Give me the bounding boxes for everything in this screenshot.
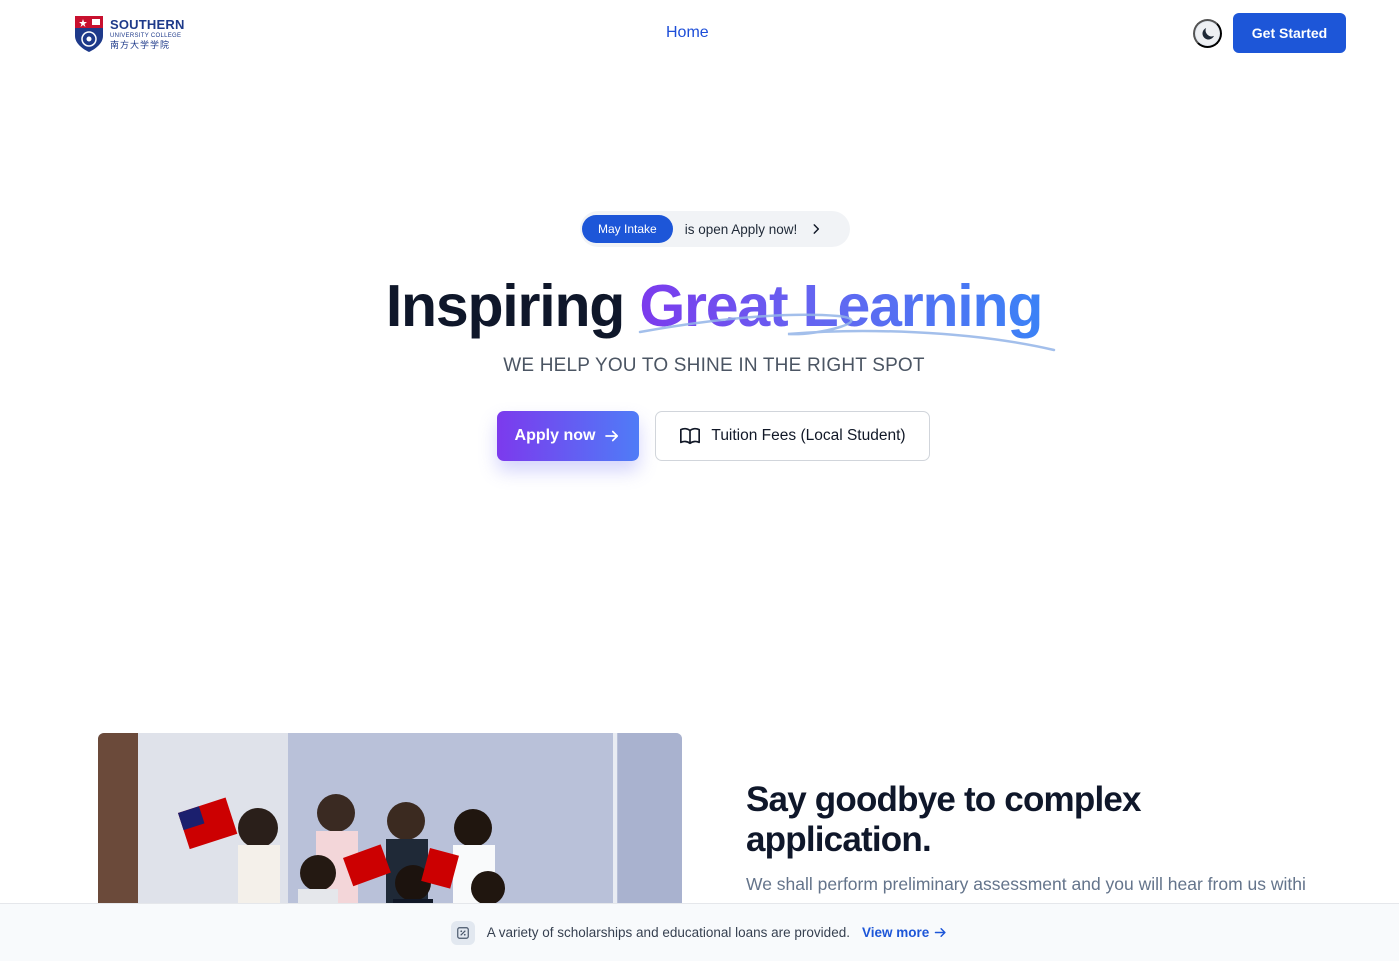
- tuition-fees-label: Tuition Fees (Local Student): [711, 427, 906, 444]
- book-open-icon: [680, 427, 701, 445]
- intake-text: is open Apply now!: [684, 221, 798, 237]
- hero-title-plain: Inspiring: [385, 273, 626, 339]
- logo-shield-icon: [75, 16, 103, 52]
- logo[interactable]: SOUTHERN UNIVERSITY COLLEGE 南方大学学院: [73, 14, 185, 54]
- apply-now-button[interactable]: Apply now: [497, 411, 639, 461]
- arrow-right-icon: [605, 430, 619, 442]
- banner-text: A variety of scholarships and educationa…: [486, 925, 850, 940]
- students-photo: [98, 733, 682, 923]
- logo-name: SOUTHERN: [110, 16, 185, 32]
- moon-icon: [1201, 27, 1214, 40]
- feature-title: Say goodbye to complex application.: [746, 780, 1142, 859]
- site-header: SOUTHERN UNIVERSITY COLLEGE 南方大学学院 Home …: [0, 0, 1399, 66]
- intake-announcement[interactable]: May Intake is open Apply now!: [580, 211, 850, 247]
- tuition-fees-button[interactable]: Tuition Fees (Local Student): [655, 411, 930, 461]
- feature-description: We shall perform preliminary assessment …: [746, 874, 1306, 894]
- view-more-label: View more: [861, 925, 930, 940]
- nav-home-link[interactable]: Home: [666, 24, 709, 42]
- apply-now-label: Apply now: [514, 427, 596, 444]
- logo-chinese-name: 南方大学学院: [110, 40, 171, 51]
- intake-badge: May Intake: [582, 215, 673, 243]
- view-more-link[interactable]: View more: [862, 925, 948, 940]
- arrow-right-icon: [935, 928, 946, 937]
- discount-icon: [450, 920, 475, 945]
- hero-subtitle: WE HELP YOU TO SHINE IN THE RIGHT SPOT: [503, 355, 925, 376]
- chevron-right-icon: [809, 222, 823, 236]
- get-started-button[interactable]: Get Started: [1233, 13, 1346, 53]
- theme-toggle-button[interactable]: [1193, 19, 1222, 48]
- logo-subtitle: UNIVERSITY COLLEGE: [110, 32, 182, 39]
- scholarship-banner: A variety of scholarships and educationa…: [0, 903, 1399, 961]
- title-underline-scribble: [638, 313, 1056, 352]
